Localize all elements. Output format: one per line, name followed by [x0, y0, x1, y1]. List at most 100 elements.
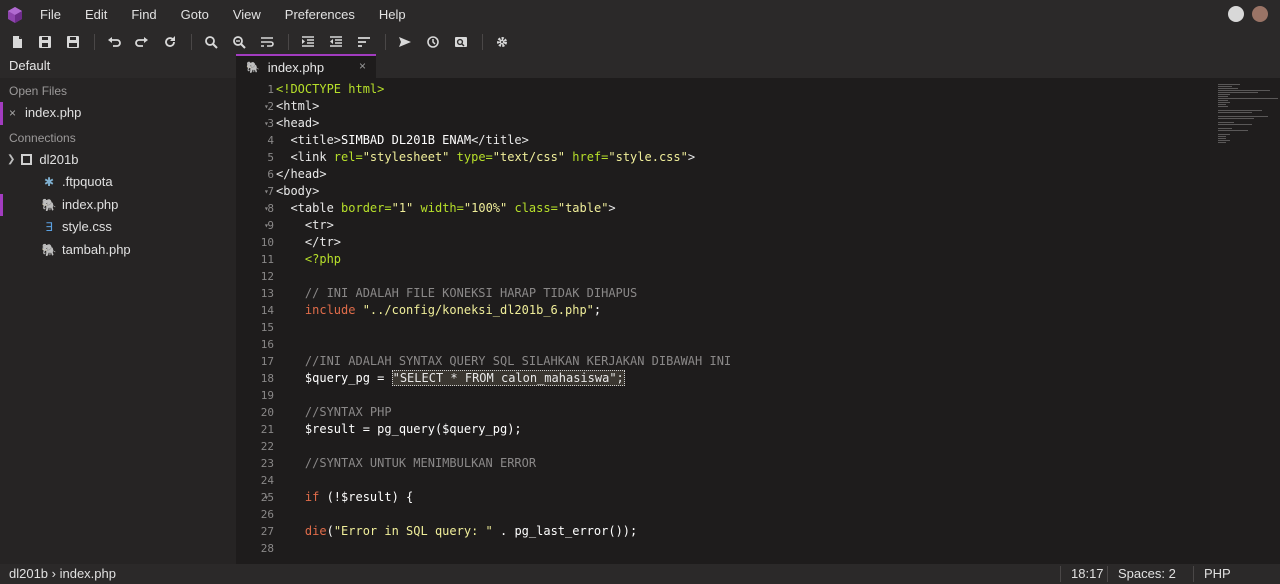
- code-line[interactable]: </head>: [276, 166, 731, 183]
- code-line[interactable]: //SYNTAX PHP: [276, 404, 731, 421]
- search-replace-icon[interactable]: [228, 31, 250, 53]
- code-line[interactable]: if (!$result) {: [276, 489, 731, 506]
- code-line[interactable]: <html>: [276, 98, 731, 115]
- menu-preferences[interactable]: Preferences: [273, 0, 367, 29]
- open-file-index-php[interactable]: × index.php: [0, 102, 236, 125]
- cursor-position[interactable]: 18:17: [1071, 566, 1104, 581]
- history-icon[interactable]: [422, 31, 444, 53]
- file-item[interactable]: 🐘 index.php: [0, 193, 236, 217]
- code-line[interactable]: [276, 438, 731, 455]
- menu-file[interactable]: File: [30, 0, 73, 29]
- code-line[interactable]: [276, 268, 731, 285]
- wrap-icon[interactable]: [256, 31, 278, 53]
- sort-icon[interactable]: [353, 31, 375, 53]
- redo-icon[interactable]: [131, 31, 153, 53]
- breadcrumb[interactable]: dl201b › index.php: [9, 566, 116, 581]
- sidebar: Default Open Files × index.php Connectio…: [0, 54, 236, 564]
- outdent-icon[interactable]: [325, 31, 347, 53]
- line-number: 12: [236, 268, 274, 285]
- save-icon[interactable]: [34, 31, 56, 53]
- language-mode[interactable]: PHP: [1204, 566, 1231, 581]
- tab-close-icon[interactable]: ×: [359, 59, 366, 73]
- line-number-text: 9: [267, 219, 274, 232]
- sidebar-title[interactable]: Default: [0, 54, 236, 78]
- code-token: <link: [276, 150, 334, 164]
- code-line[interactable]: [276, 540, 731, 557]
- reload-icon[interactable]: [159, 31, 181, 53]
- fold-arrow-icon[interactable]: ▾: [264, 489, 269, 506]
- menu-find[interactable]: Find: [119, 0, 168, 29]
- code-line[interactable]: $query_pg = "SELECT * FROM calon_mahasis…: [276, 370, 731, 387]
- new-file-icon[interactable]: [6, 31, 28, 53]
- code-line[interactable]: <tr>: [276, 217, 731, 234]
- minimap-line: [1218, 84, 1240, 85]
- code-line[interactable]: [276, 336, 731, 353]
- indent-icon[interactable]: [297, 31, 319, 53]
- file-item[interactable]: ∃ style.css: [0, 216, 236, 239]
- code-line[interactable]: [276, 319, 731, 336]
- line-number: 6: [236, 166, 274, 183]
- notification-icon[interactable]: [1228, 6, 1244, 22]
- code-line[interactable]: // INI ADALAH FILE KONEKSI HARAP TIDAK D…: [276, 285, 731, 302]
- code-line[interactable]: $result = pg_query($query_pg);: [276, 421, 731, 438]
- code-line[interactable]: </tr>: [276, 234, 731, 251]
- chevron-down-icon[interactable]: ❯: [7, 149, 15, 172]
- fold-arrow-icon[interactable]: ▾: [264, 115, 269, 132]
- minimap-line: [1218, 118, 1254, 119]
- menu-edit[interactable]: Edit: [73, 0, 119, 29]
- preview-icon[interactable]: [450, 31, 472, 53]
- code-line[interactable]: <link rel="stylesheet" type="text/css" h…: [276, 149, 731, 166]
- code-line[interactable]: <!DOCTYPE html>: [276, 81, 731, 98]
- code-token: //SYNTAX PHP: [276, 405, 392, 419]
- line-number-text: 4: [267, 134, 274, 147]
- code-line[interactable]: [276, 387, 731, 404]
- indentation-setting[interactable]: Spaces: 2: [1118, 566, 1176, 581]
- fold-arrow-icon[interactable]: ▾: [264, 217, 269, 234]
- save-all-icon[interactable]: [62, 31, 84, 53]
- send-icon[interactable]: [394, 31, 416, 53]
- minimap-line: [1218, 124, 1252, 125]
- fold-arrow-icon[interactable]: ▾: [264, 183, 269, 200]
- code-line[interactable]: <?php: [276, 251, 731, 268]
- code-line[interactable]: [276, 472, 731, 489]
- minimap-line: [1218, 96, 1228, 97]
- code-token: <tr>: [276, 218, 334, 232]
- line-number-text: 5: [267, 151, 274, 164]
- line-number: 27: [236, 523, 274, 540]
- menu-goto[interactable]: Goto: [169, 0, 221, 29]
- tab-index-php[interactable]: 🐘 index.php ×: [236, 54, 376, 78]
- close-icon[interactable]: ×: [9, 102, 16, 125]
- line-number: 28: [236, 540, 274, 557]
- search-icon[interactable]: [200, 31, 222, 53]
- code-area[interactable]: <!DOCTYPE html> <html> <head> <title>SIMBA…: [276, 81, 731, 557]
- code-line[interactable]: <table border="1" width="100%" class="ta…: [276, 200, 731, 217]
- fold-arrow-icon[interactable]: ▾: [264, 98, 269, 115]
- code-token: <title>: [276, 133, 342, 147]
- line-number-text: 14: [260, 304, 274, 317]
- connection-dl201b[interactable]: ❯ dl201b: [0, 149, 236, 172]
- fold-arrow-icon[interactable]: ▾: [264, 200, 269, 217]
- menu-view[interactable]: View: [221, 0, 273, 29]
- code-line[interactable]: <title>SIMBAD DL201B ENAM</title>: [276, 132, 731, 149]
- minimap-line: [1218, 86, 1232, 87]
- code-line[interactable]: die("Error in SQL query: " . pg_last_err…: [276, 523, 731, 540]
- minimap[interactable]: [1210, 78, 1280, 564]
- file-item[interactable]: ✱ .ftpquota: [0, 171, 236, 194]
- file-item[interactable]: 🐘 tambah.php: [0, 239, 236, 262]
- code-line[interactable]: [276, 506, 731, 523]
- code-editor[interactable]: 1 2 ▾ 3 ▾ 4 5 6 7 ▾ 8 ▾ 9 ▾ 10 11 12 13 14 15 16 17 18 19 20 21 22…: [236, 78, 1280, 564]
- minimap-line: [1218, 104, 1226, 105]
- server-icon: [21, 154, 33, 166]
- menu-help[interactable]: Help: [367, 0, 418, 29]
- code-line[interactable]: <head>: [276, 115, 731, 132]
- undo-icon[interactable]: [103, 31, 125, 53]
- code-token: //INI ADALAH SYNTAX QUERY SQL SILAHKAN K…: [276, 354, 732, 368]
- code-line[interactable]: //SYNTAX UNTUK MENIMBULKAN ERROR: [276, 455, 731, 472]
- code-line[interactable]: //INI ADALAH SYNTAX QUERY SQL SILAHKAN K…: [276, 353, 731, 370]
- code-line[interactable]: include "../config/koneksi_dl201b_6.php"…: [276, 302, 731, 319]
- avatar[interactable]: [1252, 6, 1268, 22]
- minimap-line: [1218, 100, 1228, 101]
- minimap-line: [1218, 94, 1230, 95]
- settings-icon[interactable]: [491, 31, 513, 53]
- code-line[interactable]: <body>: [276, 183, 731, 200]
